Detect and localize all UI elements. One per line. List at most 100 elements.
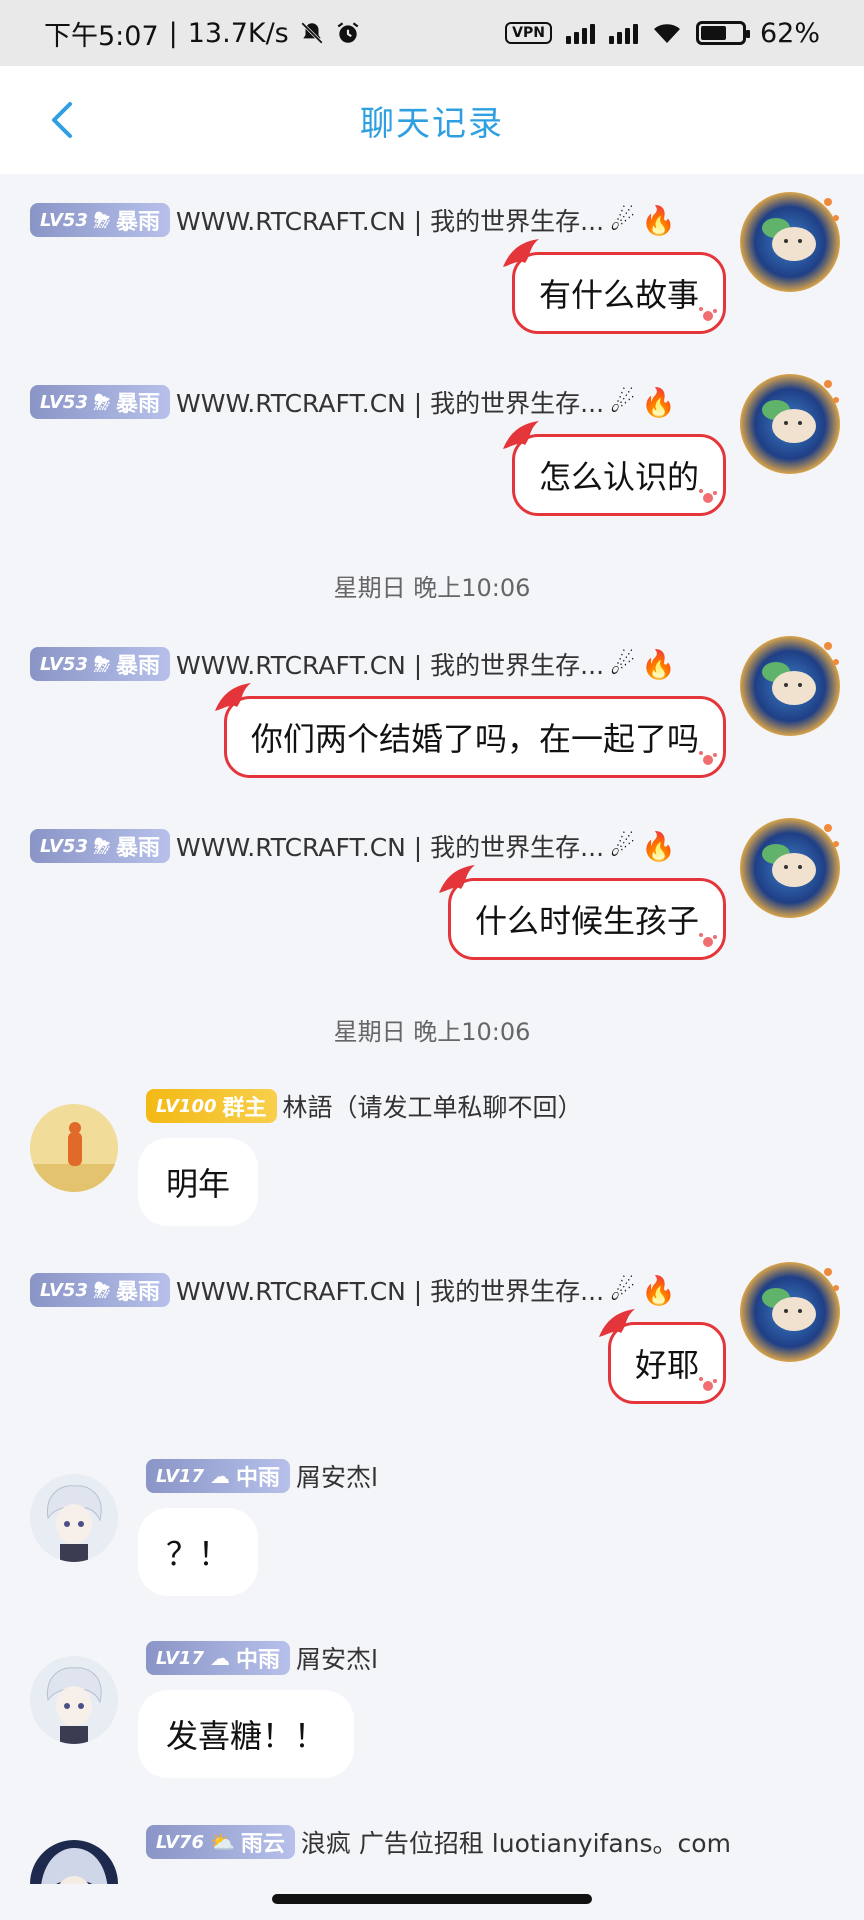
weather-label: 雨云	[240, 1832, 285, 1857]
sender-name[interactable]: WWW.RTCRAFT.CN | 我的世界生存...	[176, 646, 604, 682]
outgoing-message: LV53 ⛈ 暴雨 WWW.RTCRAFT.CN | 我的世界生存... ☄ 🔥…	[0, 800, 864, 960]
thunderstorm-icon: ⛈	[93, 1278, 110, 1302]
sender-name[interactable]: WWW.RTCRAFT.CN | 我的世界生存...	[176, 384, 604, 420]
message-text: 你们两个结婚了吗，在一起了吗	[250, 720, 699, 758]
sender-meta: LV53 ⛈ 暴雨 WWW.RTCRAFT.CN | 我的世界生存... ☄ 🔥	[30, 828, 676, 864]
alarm-clock-icon	[337, 22, 359, 43]
weather-label: 暴雨	[115, 1280, 160, 1305]
mute-bell-icon	[300, 22, 323, 44]
back-arrow-icon[interactable]	[40, 96, 88, 144]
meteor-icon: ☄	[610, 385, 636, 419]
message-bubble[interactable]: 明年	[138, 1138, 259, 1226]
sender-name[interactable]: WWW.RTCRAFT.CN | 我的世界生存...	[176, 828, 604, 864]
outgoing-message: LV53 ⛈ 暴雨 WWW.RTCRAFT.CN | 我的世界生存... ☄ 🔥…	[0, 174, 864, 334]
fire-icon: 🔥	[641, 203, 677, 237]
level-label: LV100	[156, 1095, 217, 1117]
spark-decoration-icon	[699, 489, 717, 503]
message-bubble[interactable]: 怎么认识的	[502, 421, 726, 516]
flame-decoration-icon	[438, 865, 475, 893]
meteor-icon: ☄	[610, 203, 636, 237]
fire-icon: 🔥	[641, 1273, 677, 1307]
timestamp: 星期日 晚上10:06	[333, 574, 531, 602]
role-label: 群主	[222, 1096, 267, 1121]
message-bubble[interactable]: 你们两个结婚了吗，在一起了吗	[214, 683, 726, 778]
level-label: LV53	[40, 391, 88, 413]
avatar[interactable]	[30, 1104, 118, 1192]
message-bubble[interactable]: 好耶	[598, 1309, 726, 1404]
fire-icon: 🔥	[641, 647, 677, 681]
sender-meta: LV76 ⛅ 雨云 浪疯 广告位招租 luotianyifans。com	[146, 1824, 731, 1860]
status-bar: 下午5:07 | 13.7K/s VPN 62%	[0, 0, 864, 66]
message-bubble[interactable]: 有什么故事	[502, 239, 726, 334]
message-bubble[interactable]: ？！	[138, 1508, 259, 1596]
weather-label: 暴雨	[115, 392, 160, 417]
meteor-icon: ☄	[610, 829, 636, 863]
level-label: LV17	[156, 1647, 204, 1669]
sender-meta: LV53 ⛈ 暴雨 WWW.RTCRAFT.CN | 我的世界生存... ☄ 🔥	[30, 646, 676, 682]
page-title: 聊天记录	[360, 103, 504, 144]
message-text: 发喜糖！！	[166, 1717, 327, 1755]
avatar[interactable]	[30, 1474, 118, 1562]
spark-decoration-icon	[699, 933, 717, 947]
spark-decoration-icon	[699, 307, 717, 321]
outgoing-message: LV53 ⛈ 暴雨 WWW.RTCRAFT.CN | 我的世界生存... ☄ 🔥…	[0, 618, 864, 778]
signal-icon-2	[608, 22, 638, 44]
avatar[interactable]	[736, 814, 844, 922]
flame-decoration-icon	[214, 683, 251, 711]
level-badge: LV53 ⛈ 暴雨	[30, 829, 170, 863]
spark-decoration-icon	[699, 1377, 717, 1391]
level-badge: LV17 ☁ 中雨	[146, 1459, 290, 1493]
outgoing-message: LV53 ⛈ 暴雨 WWW.RTCRAFT.CN | 我的世界生存... ☄ 🔥…	[0, 1244, 864, 1404]
weather-label: 暴雨	[115, 210, 160, 235]
level-label: LV53	[40, 653, 88, 675]
sender-name[interactable]: WWW.RTCRAFT.CN | 我的世界生存...	[176, 1272, 604, 1308]
chat-history[interactable]: LV53 ⛈ 暴雨 WWW.RTCRAFT.CN | 我的世界生存... ☄ 🔥…	[0, 174, 864, 1884]
flame-decoration-icon	[502, 239, 539, 267]
level-badge: LV53 ⛈ 暴雨	[30, 203, 170, 237]
sender-name[interactable]: WWW.RTCRAFT.CN | 我的世界生存...	[176, 202, 604, 238]
sender-meta: LV17 ☁ 中雨 屑安杰l	[146, 1458, 378, 1494]
avatar[interactable]	[736, 370, 844, 478]
rain-cloud-icon: ☁	[209, 1464, 230, 1488]
incoming-message: LV17 ☁ 中雨 屑安杰l ？！	[0, 1458, 864, 1638]
level-badge: LV100 群主	[146, 1089, 277, 1123]
signal-icon	[565, 22, 595, 44]
status-time: 下午5:07	[44, 20, 159, 52]
thunderstorm-icon: ⛈	[93, 208, 110, 232]
fire-icon: 🔥	[641, 385, 677, 419]
sender-name[interactable]: 屑安杰l	[296, 1640, 378, 1676]
sender-meta: LV17 ☁ 中雨 屑安杰l	[146, 1640, 378, 1676]
incoming-message: LV100 群主 林語（请发工单私聊不回） 明年	[0, 1088, 864, 1268]
avatar[interactable]	[736, 1258, 844, 1366]
avatar[interactable]	[30, 1656, 118, 1744]
outgoing-message: LV53 ⛈ 暴雨 WWW.RTCRAFT.CN | 我的世界生存... ☄ 🔥…	[0, 356, 864, 516]
message-bubble[interactable]: 发喜糖！！	[138, 1690, 355, 1778]
message-text: 怎么认识的	[538, 458, 699, 496]
message-text: 什么时候生孩子	[474, 902, 699, 940]
status-separator: |	[168, 17, 178, 49]
home-indicator[interactable]	[272, 1894, 592, 1904]
message-text: 明年	[166, 1165, 231, 1203]
level-badge: LV53 ⛈ 暴雨	[30, 647, 170, 681]
level-label: LV53	[40, 835, 88, 857]
sender-name[interactable]: 浪疯 广告位招租 luotianyifans。com	[301, 1824, 731, 1860]
spark-decoration-icon	[699, 751, 717, 765]
sender-name[interactable]: 林語（请发工单私聊不回）	[283, 1088, 583, 1124]
thunderstorm-icon: ⛈	[93, 652, 110, 676]
network-speed: 13.7K/s	[187, 17, 289, 49]
sender-meta: LV53 ⛈ 暴雨 WWW.RTCRAFT.CN | 我的世界生存... ☄ 🔥	[30, 202, 676, 238]
message-text: 有什么故事	[538, 276, 699, 314]
avatar[interactable]	[736, 188, 844, 296]
meteor-icon: ☄	[610, 1273, 636, 1307]
sender-meta: LV53 ⛈ 暴雨 WWW.RTCRAFT.CN | 我的世界生存... ☄ 🔥	[30, 1272, 676, 1308]
timestamp: 星期日 晚上10:06	[333, 1018, 531, 1046]
title-bar: 聊天记录	[0, 66, 864, 174]
avatar[interactable]	[30, 1840, 118, 1884]
sender-name[interactable]: 屑安杰l	[296, 1458, 378, 1494]
avatar[interactable]	[736, 632, 844, 740]
partly-cloudy-icon: ⛅	[209, 1830, 235, 1854]
rain-cloud-icon: ☁	[209, 1646, 230, 1670]
fire-icon: 🔥	[641, 829, 677, 863]
message-bubble[interactable]: 什么时候生孩子	[438, 865, 726, 960]
level-label: LV76	[156, 1831, 204, 1853]
